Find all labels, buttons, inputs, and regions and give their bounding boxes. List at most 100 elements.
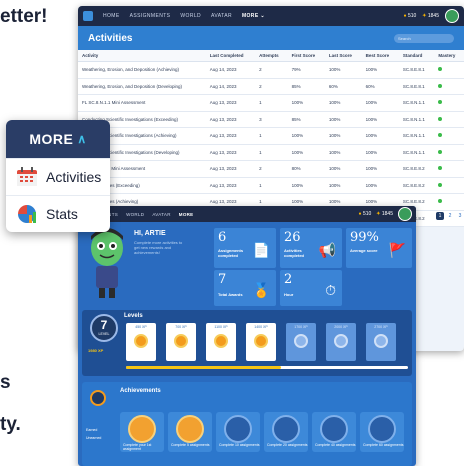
table-cell: 2 [255,78,288,95]
achievements-title: Achievements [120,388,161,394]
search-input[interactable]: Search [394,33,454,43]
level-xp-card: 700 XP [166,323,196,361]
table-cell: Aug 14, 2023 [205,78,256,95]
achievement-icon [272,415,300,443]
page-1[interactable]: 1 [436,212,444,220]
stopwatch-icon: ⏱ [325,282,336,298]
achievement-card[interactable]: Complete 60 assignments [360,412,404,452]
table-cell: 100% [361,177,399,194]
stat-value: 6 [218,230,227,245]
points-counter: ✦ 1845 [422,13,439,19]
achievement-card[interactable]: Complete 10 assignments [216,412,260,452]
table-cell: 100% [324,160,362,178]
table-row[interactable]: Conducting Scientific Investigations (De… [78,144,464,161]
stat-label: Total Awards [218,292,243,297]
nav-avatar[interactable]: AVATAR [211,13,232,19]
table-cell: 1 [255,144,288,161]
column-header[interactable]: Best Score [361,50,399,62]
achievement-card[interactable]: Complete your 1st assignment [120,412,164,452]
mastery-dot-icon [438,116,443,121]
table-cell: 100% [324,111,362,128]
menu-item-label: Stats [46,206,78,222]
nav-more-label: MORE [241,13,259,19]
dashboard-screenshot: ASSIGNMENTS WORLD AVATAR MORE ● 510 ✦ 18… [78,206,416,466]
table-cell: 80% [287,160,325,178]
level-xp: 1980 XP [88,348,104,353]
level-xp-card: 450 XP [126,323,156,361]
page-2[interactable]: 2 [446,212,454,220]
nav-assignments[interactable]: ASSIGNMENTS [130,13,171,19]
table-row[interactable]: Weathering, Erosion, and Deposition (Dev… [78,78,464,95]
table-row[interactable]: Weathering, Erosion, and Deposition (Ach… [78,61,464,79]
table-cell: Aug 13, 2023 [205,94,256,112]
levels-title: Levels [124,313,143,319]
nav-more[interactable]: MORE ⌄ [242,13,265,19]
level-word: LEVEL [98,332,110,336]
activities-table: Activity Last Completed Attempts First S… [78,50,464,227]
table-cell: SC.8.N.1.1 [398,144,435,161]
table-cell: 1 [255,177,288,194]
nav-world[interactable]: WORLD [126,212,144,217]
greeting: HI, ARTIE [134,230,166,237]
level-xp-card: 1100 XP [206,323,236,361]
table-cell: 2 [255,61,288,79]
achievement-label: Complete 40 assignments [315,443,356,447]
medal-icon [174,334,188,348]
medal-icon [254,334,268,348]
mastery-dot-icon [438,133,443,138]
page-3[interactable]: 3 [456,212,464,220]
column-header[interactable]: Mastery [434,50,464,62]
table-cell: 100% [324,127,362,145]
column-header[interactable]: First Score [287,50,325,62]
column-header[interactable]: Standard [398,50,435,62]
achievement-card[interactable]: Complete 40 assignments [312,412,356,452]
level-progress-fill [126,366,282,369]
coin-value: 510 [362,211,372,217]
achievement-label: Complete your 1st assignment [123,443,152,451]
menu-item-label: Activities [46,169,102,185]
column-header[interactable]: Last Score [324,50,362,62]
nav-world[interactable]: WORLD [180,13,201,19]
mastery-cell [434,94,464,112]
more-menu-header[interactable]: MORE ∧ [6,120,110,158]
table-row[interactable]: Conducting Scientific Investigations (Ac… [78,127,464,145]
table-row[interactable]: Earth Structures (Exceeding) Aug 13, 2023… [78,177,464,194]
stat-label: Activities completed [284,248,305,258]
stat-value: 99% [350,230,379,245]
achievement-card[interactable]: Complete 20 assignments [264,412,308,452]
nav-avatar[interactable]: AVATAR [152,212,170,217]
stat-total-awards: 7 Total Awards 🏅 [214,270,276,306]
xp-label: 1400 XP [254,325,268,329]
stat-value: 2 [284,272,293,287]
table-cell: Aug 13, 2023 [205,111,256,128]
table-cell: 60% [324,78,362,95]
text-fragment-ty: ty. [0,414,21,435]
level-xp-card: 2000 XP [326,323,356,361]
nav-more[interactable]: MORE [179,212,194,217]
table-row[interactable]: FL SC.8.N.1.1 Mini Assessment Aug 13, 202… [78,94,464,112]
table-row[interactable]: Conducting Scientific Investigations (Ex… [78,111,464,128]
app-logo[interactable] [83,11,93,21]
xp-label: 1100 XP [214,325,228,329]
column-header[interactable]: Attempts [255,50,288,62]
avatar[interactable] [398,207,412,221]
menu-item-stats[interactable]: Stats [6,195,110,232]
page-title: Activities [88,32,133,44]
avatar[interactable] [445,9,459,23]
profile-card: HI, ARTIE Complete more activities to ge… [82,226,188,306]
nav-home[interactable]: HOME [103,13,120,19]
menu-item-activities[interactable]: Activities [6,158,110,195]
mastery-cell [434,160,464,178]
column-header[interactable]: Activity [78,50,206,62]
calendar-icon [17,167,37,186]
column-header[interactable]: Last Completed [205,50,256,62]
table-cell: 100% [287,144,325,161]
stat-value: 7 [218,272,227,287]
table-cell: 85% [287,111,325,128]
coin-value: 510 [407,13,417,19]
level-number: 7 [100,318,108,332]
achievement-card[interactable]: Complete 5 assignments [168,412,212,452]
table-row[interactable]: FL SC.8.E.8.2 Mini Assessment Aug 13, 202… [78,160,464,178]
more-menu-title: MORE [29,131,74,147]
text-fragment-s: s [0,372,11,393]
